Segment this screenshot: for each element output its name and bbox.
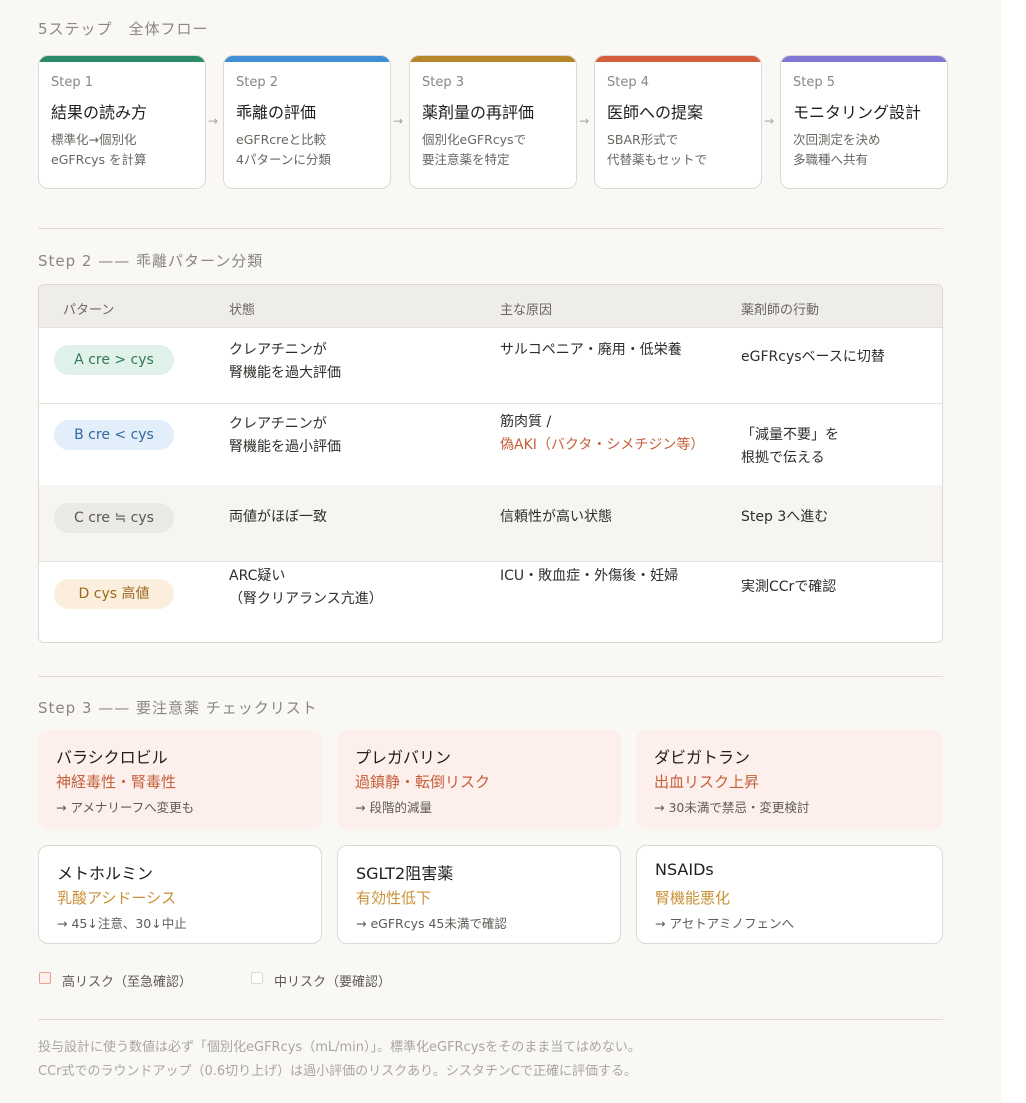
drug-card-valacyclovir: バラシクロビル 神経毒性・腎毒性 → アメナリーフへ変更も: [38, 730, 322, 829]
drug-card-metformin: メトホルミン 乳酸アシドーシス → 45↓注意、30↓中止: [38, 845, 322, 944]
table-header-row: パターン 状態 主な原因 薬剤師の行動: [39, 285, 942, 328]
right-edge-strip: [1001, 0, 1026, 1103]
table-row: D cys 高値 ARC疑い （腎クリアランス亢進） ICU・敗血症・外傷後・妊婦…: [39, 561, 942, 642]
step-3-color-bar: [410, 56, 576, 62]
drug-name: SGLT2阻害薬: [356, 864, 454, 883]
header-state: 状態: [229, 303, 256, 318]
drug-card-nsaids: NSAIDs 腎機能悪化 → アセトアミノフェンへ: [636, 845, 943, 944]
flow-step-3: Step 3 薬剤量の再評価 個別化eGFRcysで 要注意薬を特定: [409, 55, 577, 189]
table-row: C cre ≒ cys 両値がほぼ一致 信頼性が高い状態 Step 3へ進む: [39, 485, 942, 562]
flow-step-1: Step 1 結果の読み方 標準化→個別化 eGFRcys を計算: [38, 55, 206, 189]
drug-risk: 腎機能悪化: [655, 889, 731, 907]
step-2-title: 乖離の評価: [236, 103, 317, 122]
header-cause: 主な原因: [500, 303, 553, 318]
step-2-number: Step 2: [236, 75, 279, 90]
step-1-color-bar: [39, 56, 205, 62]
step-4-number: Step 4: [607, 75, 650, 90]
drug-risk: 神経毒性・腎毒性: [56, 773, 177, 791]
drug-card-pregabalin: プレガバリン 過鎮静・転倒リスク → 段階的減量: [337, 730, 621, 829]
cause-cell: サルコペニア・廃用・低栄養: [500, 342, 682, 358]
drug-card-sglt2: SGLT2阻害薬 有効性低下 → eGFRcys 45未満で確認: [337, 845, 621, 944]
state-cell: クレアチニンが 腎機能を過大評価: [229, 342, 341, 381]
drug-card-dabigatran: ダビガトラン 出血リスク上昇 → 30未満で禁忌・変更検討: [636, 730, 943, 829]
flow-step-4: Step 4 医師への提案 SBAR形式で 代替薬もセットで: [594, 55, 762, 189]
flow-section-label: 5ステップ 全体フロー: [38, 20, 209, 38]
step2-section-label: Step 2 —— 乖離パターン分類: [38, 252, 264, 270]
action-cell: eGFRcysベースに切替: [741, 349, 885, 365]
drug-risk: 過鎮静・転倒リスク: [355, 773, 491, 791]
legend-mid-swatch: [251, 972, 263, 984]
action-cell: 実測CCrで確認: [741, 579, 837, 595]
flow-arrow-icon: →: [579, 114, 590, 128]
drug-name: バラシクロビル: [56, 748, 168, 767]
drug-note: → eGFRcys 45未満で確認: [356, 916, 507, 931]
pattern-badge-a: A cre > cys: [54, 345, 174, 375]
drug-risk: 出血リスク上昇: [654, 773, 760, 791]
table-row: A cre > cys クレアチニンが 腎機能を過大評価 サルコペニア・廃用・低栄…: [39, 327, 942, 404]
header-action: 薬剤師の行動: [741, 303, 820, 318]
step-2-description: eGFRcreと比較 4パターンに分類: [236, 132, 331, 167]
drug-name: NSAIDs: [655, 860, 714, 879]
section-divider: [38, 1019, 943, 1020]
drug-name: ダビガトラン: [654, 748, 751, 767]
step-5-color-bar: [781, 56, 947, 62]
section-divider: [38, 676, 943, 677]
drug-risk: 乳酸アシドーシス: [57, 889, 177, 907]
legend-high-label: 高リスク（至急確認）: [62, 975, 193, 990]
step-4-color-bar: [595, 56, 761, 62]
cause-cell: ICU・敗血症・外傷後・妊婦: [500, 568, 679, 584]
step-1-description: 標準化→個別化 eGFRcys を計算: [51, 132, 147, 167]
step-5-title: モニタリング設計: [793, 103, 922, 122]
drug-note: → アメナリーフへ変更も: [56, 800, 195, 815]
flow-step-2: Step 2 乖離の評価 eGFRcreと比較 4パターンに分類: [223, 55, 391, 189]
page: 5ステップ 全体フロー Step 1 結果の読み方 標準化→個別化 eGFRcys…: [0, 0, 1001, 1103]
step-4-title: 医師への提案: [607, 103, 704, 122]
legend-mid-label: 中リスク（要確認）: [274, 975, 392, 990]
step3-section-label: Step 3 —— 要注意薬 チェックリスト: [38, 699, 318, 717]
drug-note: → 段階的減量: [355, 800, 432, 815]
pattern-table: パターン 状態 主な原因 薬剤師の行動 A cre > cys クレアチニンが腎…: [38, 284, 943, 643]
action-cell: 「減量不要」を 根拠で伝える: [741, 427, 839, 466]
step-2-color-bar: [224, 56, 390, 62]
step-4-description: SBAR形式で 代替薬もセットで: [607, 132, 708, 167]
cause-cell: 信頼性が高い状態: [500, 509, 612, 525]
drug-name: プレガバリン: [355, 748, 452, 767]
step-3-description: 個別化eGFRcysで 要注意薬を特定: [422, 132, 527, 167]
step-3-number: Step 3: [422, 75, 465, 90]
drug-name: メトホルミン: [57, 864, 154, 883]
step-5-description: 次回測定を決め 多職種へ共有: [793, 132, 881, 167]
step-1-number: Step 1: [51, 75, 94, 90]
drug-risk: 有効性低下: [356, 889, 432, 907]
footer-note-2: CCr式でのラウンドアップ（0.6切り上げ）は過小評価のリスクあり。シスタチンC…: [38, 1064, 637, 1079]
section-divider: [38, 228, 943, 229]
pattern-badge-d: D cys 高値: [54, 579, 174, 609]
flow-step-5: Step 5 モニタリング設計 次回測定を決め 多職種へ共有: [780, 55, 948, 189]
state-cell: ARC疑い （腎クリアランス亢進）: [229, 568, 383, 607]
drug-note: → 30未満で禁忌・変更検討: [654, 800, 810, 815]
legend-high-swatch: [39, 972, 51, 984]
cause-cell: 筋肉質 / 偽AKI（バクタ・シメチジン等）: [500, 414, 705, 453]
step-3-title: 薬剤量の再評価: [422, 103, 535, 122]
footer-note-1: 投与設計に使う数値は必ず「個別化eGFRcys（mL/min）」。標準化eGFR…: [38, 1040, 641, 1055]
flow-arrow-icon: →: [208, 114, 219, 128]
pattern-badge-c: C cre ≒ cys: [54, 503, 174, 533]
header-pattern: パターン: [63, 303, 115, 318]
drug-note: → 45↓注意、30↓中止: [57, 916, 187, 931]
state-cell: クレアチニンが 腎機能を過小評価: [229, 416, 341, 455]
state-cell: 両値がほぼ一致: [229, 509, 327, 525]
flow-arrow-icon: →: [764, 114, 775, 128]
step-5-number: Step 5: [793, 75, 836, 90]
action-cell: Step 3へ進む: [741, 509, 829, 525]
table-row: B cre < cys クレアチニンが 腎機能を過小評価 筋肉質 / 偽AKI（バク…: [39, 403, 942, 486]
drug-note: → アセトアミノフェンへ: [655, 916, 794, 931]
flow-arrow-icon: →: [393, 114, 404, 128]
step-1-title: 結果の読み方: [51, 103, 148, 122]
pattern-badge-b: B cre < cys: [54, 420, 174, 450]
